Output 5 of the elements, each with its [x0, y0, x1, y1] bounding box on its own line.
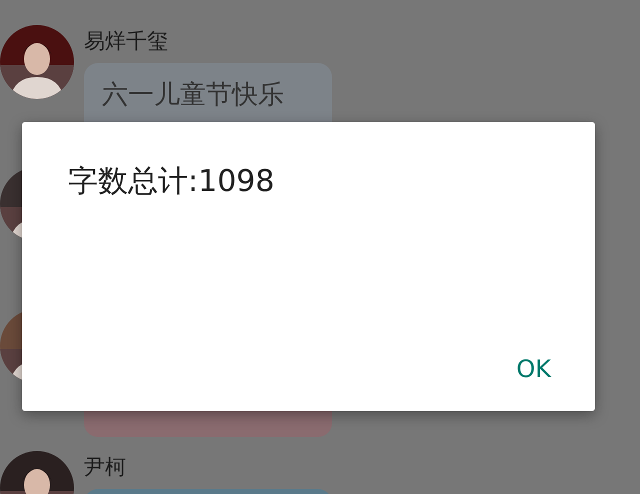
dialog-message: 字数总计:1098	[68, 163, 274, 201]
sender-name: 易烊千玺	[84, 28, 169, 55]
ok-button[interactable]: OK	[502, 349, 565, 389]
sender-name: 尹柯	[84, 454, 127, 481]
message-text: 六一儿童节快乐	[102, 80, 284, 110]
